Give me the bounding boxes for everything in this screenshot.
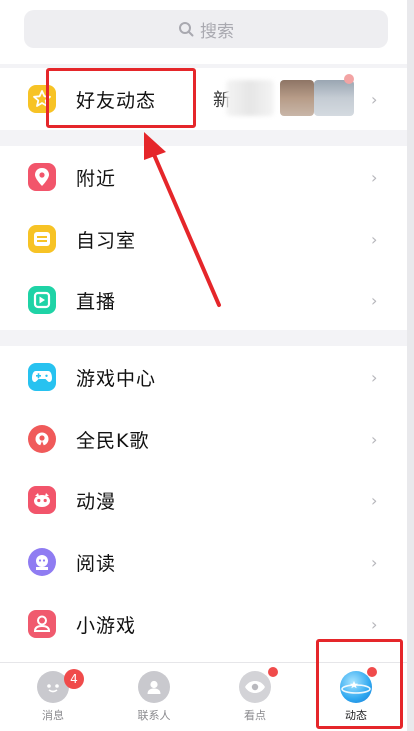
scroll-edge [407,0,414,731]
annotation-arrow [144,132,221,307]
